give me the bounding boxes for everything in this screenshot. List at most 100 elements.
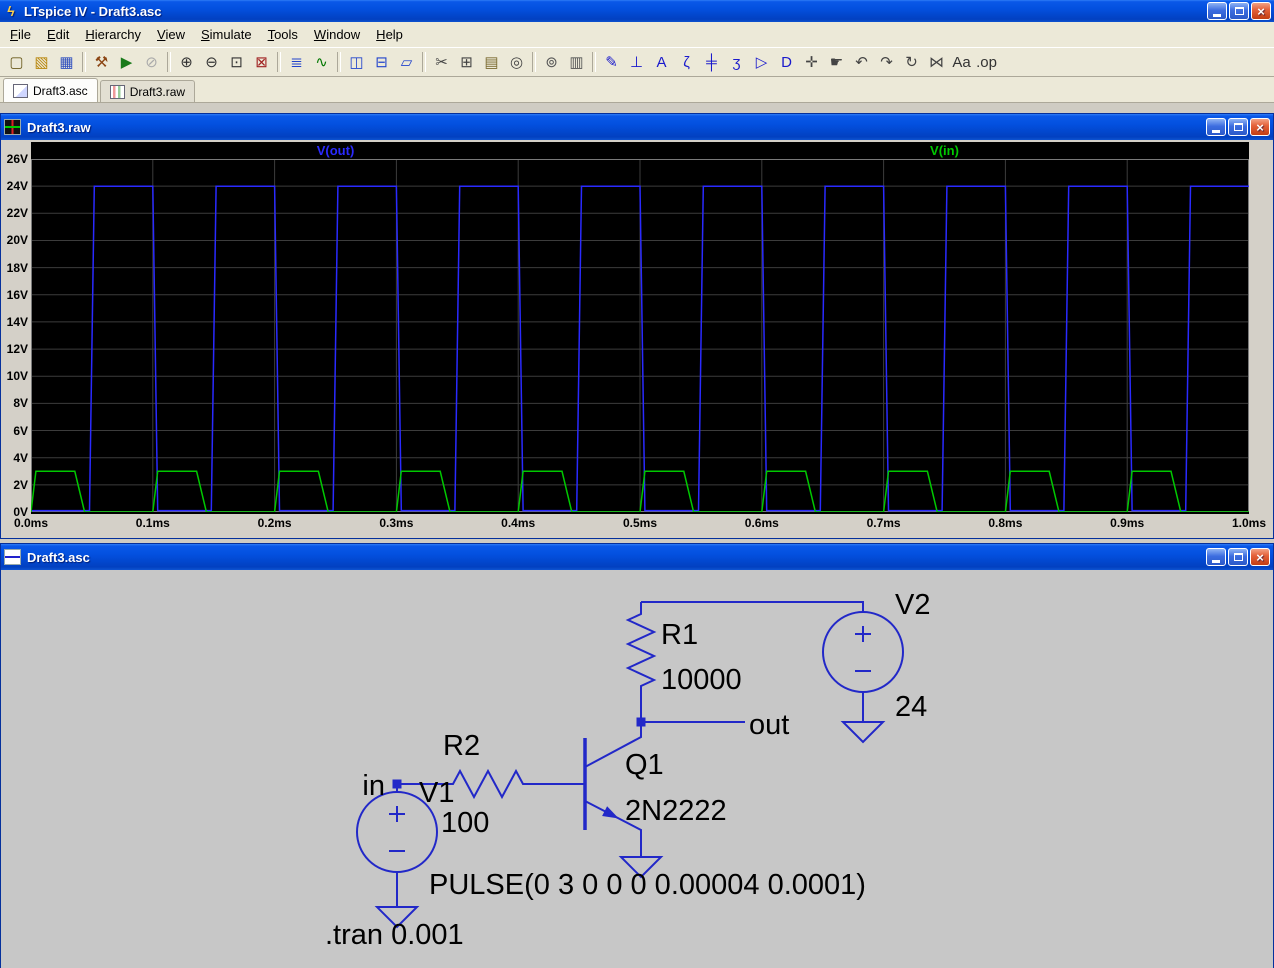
place-label-button[interactable]: A — [649, 50, 674, 74]
cut-button[interactable]: ✂ — [429, 50, 454, 74]
place-component-button[interactable]: D — [774, 50, 799, 74]
minimize-button[interactable] — [1207, 2, 1227, 20]
voltage-source-v2[interactable] — [822, 611, 904, 722]
y-axis-label: 24V — [6, 179, 28, 194]
schematic-title-bar[interactable]: Draft3.asc × — [1, 544, 1273, 570]
toolbar-separator — [167, 52, 171, 72]
x-axis-label: 1.0ms — [1231, 516, 1267, 530]
menu-edit[interactable]: Edit — [39, 24, 77, 45]
menu-help[interactable]: Help — [368, 24, 411, 45]
move-button[interactable]: ✛ — [799, 50, 824, 74]
y-axis-label: 22V — [6, 206, 28, 221]
zoom-back-button[interactable]: ⊖ — [199, 50, 224, 74]
tab-draft3-asc[interactable]: Draft3.asc — [3, 78, 98, 102]
waveform-pane[interactable]: V(out) V(in) 26V 24V 22V 20V 18V 16V 14V 12V 10V… — [1, 140, 1273, 538]
title-bar[interactable]: ϟ LTspice IV - Draft3.asc × — [0, 0, 1274, 22]
wire-top[interactable] — [641, 601, 864, 612]
legend-vout[interactable]: V(out) — [317, 143, 355, 158]
y-axis-label: 14V — [6, 314, 28, 329]
maximize-button[interactable] — [1229, 2, 1249, 20]
menu-simulate[interactable]: Simulate — [193, 24, 260, 45]
zoom-full-extents-button[interactable]: ⊠ — [249, 50, 274, 74]
menu-view[interactable]: View — [149, 24, 193, 45]
ground-symbol-v2[interactable] — [840, 721, 886, 744]
toolbar: ▢ ▧ ▦ ⚒ ▶ ⊘ ⊕ ⊖ ⊡ ⊠ ≣ ∿ ◫ ⊟ ▱ ✂ ⊞ ▤ ◎ ⊚ ▥ ✎ ⊥ Aζ ╪ ʒ ▷ D ✛ ☛ ↶ ↷ ↻ ⋈ Aa .op — [0, 48, 1274, 77]
resistor-r1[interactable] — [625, 602, 657, 722]
label-v1-name: V1 — [419, 777, 454, 809]
zoom-area-icon: ⊡ — [230, 53, 243, 71]
mirror-icon: ⋈ — [929, 53, 944, 71]
close-icon: × — [1256, 549, 1264, 565]
tile-vertical-button[interactable]: ◫ — [344, 50, 369, 74]
y-axis-label: 4V — [13, 450, 28, 465]
open-file-button[interactable]: ▧ — [29, 50, 54, 74]
x-axis[interactable]: 0.0ms 0.1ms 0.2ms 0.3ms 0.4ms 0.5ms 0.6ms 0.7ms… — [1, 516, 1274, 534]
menu-file[interactable]: File — [2, 24, 39, 45]
resistor-r2[interactable] — [397, 768, 527, 800]
place-diode-button[interactable]: ▷ — [749, 50, 774, 74]
place-capacitor-button[interactable]: ╪ — [699, 50, 724, 74]
undo-button[interactable]: ↶ — [849, 50, 874, 74]
run-button[interactable]: ▶ — [114, 50, 139, 74]
menu-hierarchy[interactable]: Hierarchy — [77, 24, 149, 45]
plot-area[interactable]: V(out) V(in) — [31, 142, 1249, 514]
waveform-title-bar[interactable]: Draft3.raw × — [1, 114, 1273, 140]
schematic-minimize-button[interactable] — [1206, 548, 1226, 566]
redo-button[interactable]: ↷ — [874, 50, 899, 74]
close-button[interactable]: × — [1251, 2, 1271, 20]
new-schematic-button[interactable]: ▢ — [4, 50, 29, 74]
x-axis-label: 0.6ms — [744, 516, 779, 530]
print-preview-button[interactable]: ⊚ — [539, 50, 564, 74]
y-axis-label: 2V — [13, 477, 28, 492]
find-icon: ◎ — [509, 53, 524, 71]
drag-button[interactable]: ☛ — [824, 50, 849, 74]
save-button[interactable]: ▦ — [54, 50, 79, 74]
print-button[interactable]: ▥ — [564, 50, 589, 74]
halt-button[interactable]: ⊘ — [139, 50, 164, 74]
waveform-minimize-button[interactable] — [1206, 118, 1226, 136]
tile-horizontal-button[interactable]: ⊟ — [369, 50, 394, 74]
place-label-icon: A — [656, 53, 667, 71]
schematic-close-button[interactable]: × — [1250, 548, 1270, 566]
legend-vin[interactable]: V(in) — [930, 143, 959, 158]
copy-icon: ⊞ — [460, 53, 473, 71]
draw-wire-button[interactable]: ✎ — [599, 50, 624, 74]
control-panel-button[interactable]: ⚒ — [89, 50, 114, 74]
mirror-button[interactable]: ⋈ — [924, 50, 949, 74]
y-axis[interactable]: 26V 24V 22V 20V 18V 16V 14V 12V 10V 8V 6V 4V 2V 0V — [1, 140, 30, 538]
transistor-q1[interactable] — [527, 722, 642, 857]
app-icon: ϟ — [7, 3, 15, 19]
x-axis-label: 0.0ms — [13, 516, 49, 530]
tab-draft3-raw[interactable]: Draft3.raw — [99, 80, 196, 102]
schematic-maximize-button[interactable] — [1228, 548, 1248, 566]
plot-settings-icon: ∿ — [315, 53, 328, 71]
find-button[interactable]: ◎ — [504, 50, 529, 74]
menu-window[interactable]: Window — [306, 24, 368, 45]
menu-tools[interactable]: Tools — [260, 24, 306, 45]
paste-button[interactable]: ▤ — [479, 50, 504, 74]
rotate-button[interactable]: ↻ — [899, 50, 924, 74]
close-icon: × — [1257, 3, 1265, 19]
tile-vertical-icon: ◫ — [349, 53, 364, 71]
label-node-in: in — [362, 770, 385, 802]
waveform-close-button[interactable]: × — [1250, 118, 1270, 136]
waveform-plot[interactable] — [31, 159, 1249, 512]
place-inductor-button[interactable]: ʒ — [724, 50, 749, 74]
rotate-icon: ↻ — [905, 53, 918, 71]
cascade-windows-button[interactable]: ▱ — [394, 50, 419, 74]
plot-settings-button[interactable]: ∿ — [309, 50, 334, 74]
schematic-pane[interactable]: R1 10000 V2 24 out Q1 2N2222 R2 100 V1 i… — [1, 570, 1273, 968]
waveform-maximize-button[interactable] — [1228, 118, 1248, 136]
tab-label: Draft3.raw — [129, 84, 186, 99]
cut-icon: ✂ — [435, 53, 448, 71]
zoom-in-button[interactable]: ⊕ — [174, 50, 199, 74]
spice-directive-button[interactable]: .op — [974, 50, 999, 74]
text-button[interactable]: Aa — [949, 50, 974, 74]
zoom-area-button[interactable]: ⊡ — [224, 50, 249, 74]
waveform-window-title: Draft3.raw — [27, 119, 91, 135]
place-resistor-button[interactable]: ζ — [674, 50, 699, 74]
place-ground-button[interactable]: ⊥ — [624, 50, 649, 74]
copy-button[interactable]: ⊞ — [454, 50, 479, 74]
spice-netlist-button[interactable]: ≣ — [284, 50, 309, 74]
schematic-canvas[interactable]: R1 10000 V2 24 out Q1 2N2222 R2 100 V1 i… — [1, 570, 1274, 968]
